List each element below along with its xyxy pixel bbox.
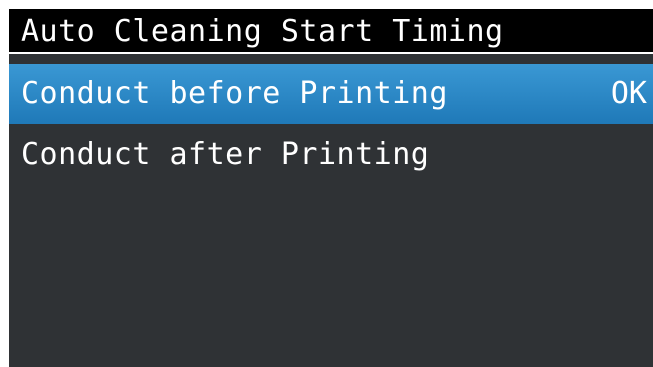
title-bar: Auto Cleaning Start Timing xyxy=(9,9,653,54)
menu-item-label: Conduct before Printing xyxy=(21,76,448,111)
printer-panel-screen: Auto Cleaning Start Timing Conduct befor… xyxy=(9,9,653,367)
menu-item-conduct-before-printing[interactable]: Conduct before Printing OK xyxy=(9,64,653,124)
menu-item-label: Conduct after Printing xyxy=(21,137,430,172)
menu-item-conduct-after-printing[interactable]: Conduct after Printing xyxy=(9,125,653,185)
ok-indicator: OK xyxy=(610,76,647,111)
option-menu: Conduct before Printing OK Conduct after… xyxy=(9,64,653,186)
page-title: Auto Cleaning Start Timing xyxy=(21,14,504,49)
